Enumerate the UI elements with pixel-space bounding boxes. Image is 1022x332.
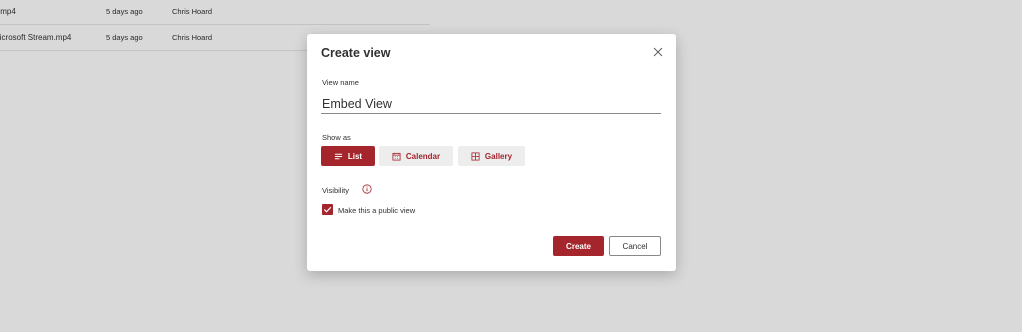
close-icon [653,47,663,57]
public-view-label[interactable]: Make this a public view [338,206,415,215]
gallery-icon [471,151,480,161]
dialog-title: Create view [321,46,391,60]
show-as-gallery-button[interactable]: Gallery [458,146,525,166]
view-name-input[interactable] [321,94,661,114]
calendar-icon [392,152,401,161]
create-button[interactable]: Create [553,236,604,256]
show-as-list-button[interactable]: List [321,146,375,166]
show-as-label: Show as [322,133,351,142]
visibility-label: Visibility [322,186,349,195]
cancel-button[interactable]: Cancel [609,236,661,256]
show-as-option-label: List [347,151,363,161]
create-view-dialog: Create view View name Show as List Calen… [307,34,676,271]
list-icon [334,153,342,159]
view-name-label: View name [322,78,359,87]
show-as-option-label: Calendar [405,151,441,161]
public-view-checkbox[interactable] [322,204,333,215]
show-as-option-label: Gallery [484,151,513,161]
info-icon[interactable] [362,184,372,194]
show-as-calendar-button[interactable]: Calendar [379,146,453,166]
close-button[interactable] [652,46,664,58]
checkmark-icon [323,206,332,213]
